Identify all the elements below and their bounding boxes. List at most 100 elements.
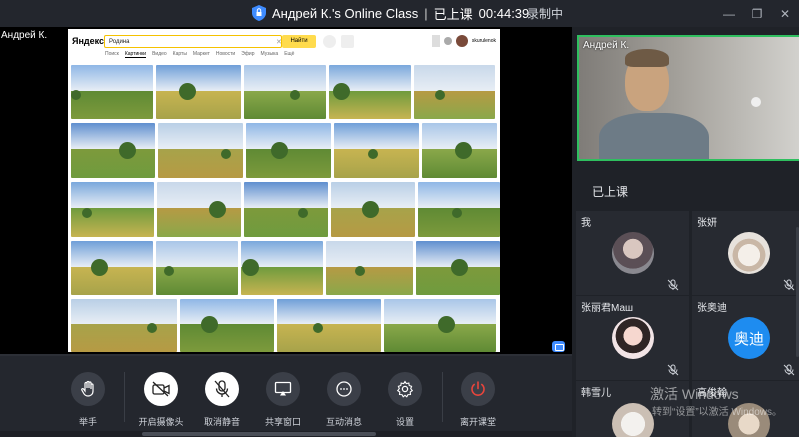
settings-button[interactable]: 设置 bbox=[375, 372, 435, 428]
participants-panel: Андрей К. 已上课 我 张妍 张丽君Маш 张奥迪 奥迪 韩雪儿 高俊翰 bbox=[572, 27, 799, 437]
unmute-button[interactable]: 取消静音 bbox=[192, 372, 252, 428]
yandex-user: skurulenok bbox=[431, 35, 496, 47]
restore-button[interactable]: ❐ bbox=[743, 0, 771, 27]
teacher-hair bbox=[625, 49, 669, 67]
search-clear-icon: ✕ bbox=[276, 39, 282, 46]
student-tile[interactable]: 张丽君Маш bbox=[576, 296, 689, 380]
raise-hand-button[interactable]: 举手 bbox=[58, 372, 118, 428]
teacher-video[interactable]: Андрей К. bbox=[577, 35, 799, 161]
yandex-camera-icon bbox=[341, 35, 354, 48]
person-icon bbox=[431, 35, 440, 47]
image-row bbox=[71, 299, 497, 352]
class-status: 已上课 bbox=[592, 185, 629, 199]
initials-avatar: 奥迪 bbox=[728, 317, 770, 359]
mic-muted-icon bbox=[783, 364, 795, 376]
student-tile[interactable]: 我 bbox=[576, 211, 689, 295]
yandex-search-input: Родина bbox=[104, 35, 282, 48]
user-avatar bbox=[455, 35, 468, 47]
leave-class-label: 离开课堂 bbox=[459, 417, 496, 427]
photo-avatar bbox=[612, 232, 654, 274]
student-name: 张妍 bbox=[697, 218, 717, 229]
image-result-thumbnail bbox=[422, 123, 497, 178]
yandex-nav-item: Поиск bbox=[105, 51, 119, 57]
yandex-nav-item: Музыка bbox=[260, 51, 279, 57]
app-window: Андрей К.'s Online Class | 已上课 00:44:39 … bbox=[0, 0, 799, 437]
background-object bbox=[751, 97, 761, 107]
windows-activation-subtitle: 转到“设置”以激活 Windows。 bbox=[652, 407, 783, 418]
minimize-button[interactable]: — bbox=[715, 0, 743, 27]
image-row bbox=[71, 241, 500, 297]
camera-toggle-label: 开启摄像头 bbox=[138, 417, 184, 427]
presenter-name: Андрей К. bbox=[1, 30, 48, 41]
mic-muted-icon bbox=[783, 279, 795, 291]
yandex-nav-item: Видео bbox=[152, 51, 167, 57]
image-row bbox=[71, 65, 497, 121]
shared-screen: Андрей К. Яндекс Родина ✕ Найти Поиск Ка… bbox=[0, 27, 572, 354]
title-separator: | bbox=[424, 5, 428, 21]
mic-off-icon bbox=[205, 372, 239, 406]
yandex-header: Яндекс Родина ✕ Найти Поиск Картинки Вид… bbox=[68, 29, 500, 59]
yandex-nav-item: Эфир bbox=[241, 51, 255, 57]
yandex-nav-item: Новости bbox=[215, 51, 236, 57]
chat-bubble-icon bbox=[327, 372, 361, 406]
messages-label: 互动消息 bbox=[325, 417, 362, 427]
yandex-find-button: Найти bbox=[282, 35, 316, 48]
yandex-mic-icon bbox=[323, 35, 336, 48]
yandex-nav-item-active: Картинки bbox=[124, 51, 147, 58]
unmute-label: 取消静音 bbox=[203, 417, 240, 427]
hand-icon bbox=[71, 372, 105, 406]
cat-avatar bbox=[612, 403, 654, 437]
yandex-username: skurulenok bbox=[471, 38, 496, 44]
shared-browser-window: Яндекс Родина ✕ Найти Поиск Картинки Вид… bbox=[68, 29, 500, 352]
recording-indicator[interactable]: 录制中 bbox=[527, 5, 563, 22]
messages-button[interactable]: 互动消息 bbox=[314, 372, 374, 428]
scrollbar-thumb[interactable] bbox=[142, 432, 376, 436]
image-result-thumbnail bbox=[384, 299, 496, 352]
yandex-nav-item: Карты bbox=[172, 51, 187, 57]
student-tile[interactable]: 张妍 bbox=[692, 211, 799, 295]
cat-avatar bbox=[728, 232, 770, 274]
share-window-button[interactable]: 共享窗口 bbox=[253, 372, 313, 428]
title-bar: Андрей К.'s Online Class | 已上课 00:44:39 … bbox=[0, 0, 799, 27]
window-controls: — ❐ ✕ bbox=[715, 0, 799, 27]
student-tile[interactable]: 张奥迪 奥迪 bbox=[692, 296, 799, 380]
camera-toggle-button[interactable]: 开启摄像头 bbox=[131, 372, 191, 428]
image-result-thumbnail bbox=[416, 241, 500, 295]
mic-muted-icon bbox=[667, 279, 679, 291]
title-group: Андрей К.'s Online Class | 已上课 00:44:39 bbox=[252, 3, 529, 23]
camera-off-icon bbox=[144, 372, 178, 406]
toolbar-divider bbox=[442, 372, 443, 422]
student-name: 张奥迪 bbox=[697, 303, 727, 314]
yandex-logo: Яндекс bbox=[72, 36, 105, 46]
student-name: 张丽君Маш bbox=[581, 303, 634, 314]
student-name: 我 bbox=[581, 218, 591, 229]
share-window-label: 共享窗口 bbox=[264, 417, 301, 427]
raise-hand-label: 举手 bbox=[78, 417, 97, 427]
yandex-nav-item: Ещё bbox=[284, 51, 295, 57]
class-timer: 00:44:39 bbox=[478, 5, 530, 21]
image-result-thumbnail bbox=[418, 182, 500, 237]
screen-toggle-icon[interactable] bbox=[552, 341, 565, 352]
girl-avatar bbox=[612, 317, 654, 359]
student-name: 韩雪儿 bbox=[581, 388, 611, 399]
class-title: Андрей К.'s Online Class bbox=[272, 5, 419, 21]
power-icon bbox=[461, 372, 495, 406]
toolbar-divider bbox=[124, 372, 125, 422]
yandex-nav: Поиск Картинки Видео Карты Маркет Новост… bbox=[105, 51, 294, 58]
shield-lock-icon bbox=[252, 5, 266, 21]
windows-activation-title: 激活 Windows bbox=[650, 386, 739, 402]
image-row bbox=[71, 182, 500, 238]
mic-muted-icon bbox=[667, 364, 679, 376]
settings-label: 设置 bbox=[395, 417, 414, 427]
class-toolbar: 举手 开启摄像头 取消静音 共享窗口 互动消息 设置 离开课堂 bbox=[0, 356, 572, 437]
bell-icon bbox=[443, 37, 452, 45]
class-status-title: 已上课 bbox=[433, 6, 473, 22]
teacher-name: Андрей К. bbox=[583, 40, 630, 51]
share-screen-icon bbox=[266, 372, 300, 406]
yandex-nav-item: Маркет bbox=[192, 51, 210, 57]
close-button[interactable]: ✕ bbox=[771, 0, 799, 27]
teacher-body bbox=[599, 113, 709, 159]
leave-class-button[interactable]: 离开课堂 bbox=[448, 372, 508, 428]
image-row bbox=[71, 123, 497, 179]
gear-icon bbox=[388, 372, 422, 406]
